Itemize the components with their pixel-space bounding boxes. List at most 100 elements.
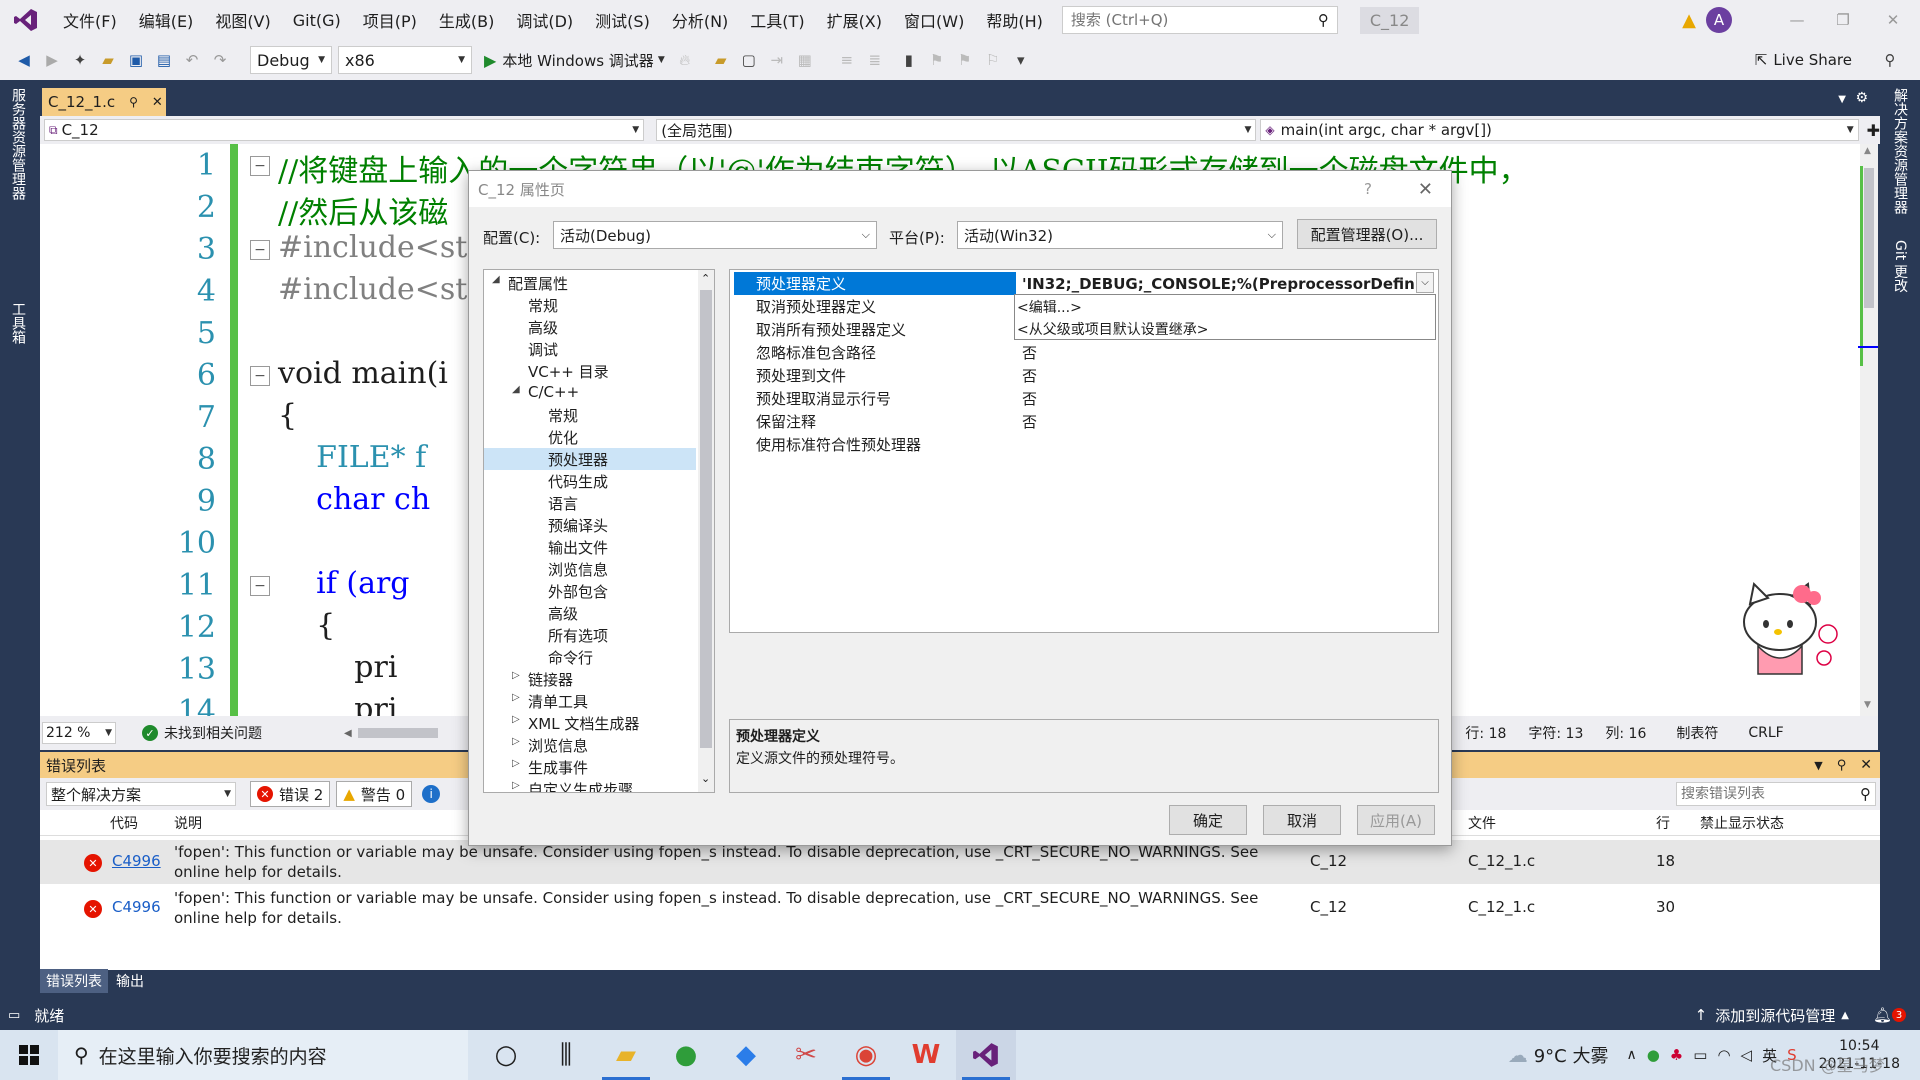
menu-tools[interactable]: 工具(T) bbox=[739, 8, 815, 32]
error-code-link[interactable]: C4996 bbox=[112, 898, 161, 916]
column-header-description[interactable]: 说明 bbox=[174, 813, 202, 833]
chevron-up-icon[interactable]: ▲ bbox=[1841, 1010, 1849, 1021]
tree-item[interactable]: ▷ 生成事件 bbox=[484, 756, 696, 778]
tree-item[interactable]: 高级 bbox=[484, 602, 696, 624]
menu-project[interactable]: 项目(P) bbox=[352, 8, 428, 32]
menu-test[interactable]: 测试(S) bbox=[584, 8, 661, 32]
indent-mode[interactable]: 制表符 bbox=[1676, 723, 1718, 743]
wifi-icon[interactable]: ◠ bbox=[1717, 1046, 1730, 1064]
back-arrow-icon[interactable]: ◀ bbox=[10, 46, 38, 74]
avatar[interactable]: A bbox=[1706, 7, 1732, 33]
property-value[interactable]: 否 bbox=[1016, 342, 1037, 363]
search-box[interactable]: ⚲ bbox=[1061, 6, 1338, 34]
taskbar-search[interactable]: ⚲ 在这里输入你要搜索的内容 bbox=[58, 1030, 468, 1080]
solution-explorer-tab[interactable]: 解决方案资源管理器 bbox=[1890, 88, 1910, 214]
redo-icon[interactable]: ↷ bbox=[206, 46, 234, 74]
new-project-icon[interactable]: ✦ bbox=[66, 46, 94, 74]
tree-item[interactable]: 语言 bbox=[484, 492, 696, 514]
line-ending[interactable]: CRLF bbox=[1748, 725, 1783, 741]
info-icon[interactable]: i bbox=[422, 785, 441, 803]
solution-config-dropdown[interactable]: Debug ▼ bbox=[250, 46, 332, 74]
tree-item[interactable]: 外部包含 bbox=[484, 580, 696, 602]
table-row[interactable]: ✕ C4996 'fopen': This function or variab… bbox=[40, 886, 1880, 930]
comment-icon[interactable]: ≡ bbox=[833, 46, 861, 74]
tree-item[interactable]: ▷ 清单工具 bbox=[484, 690, 696, 712]
app-green-icon[interactable]: ● bbox=[656, 1030, 716, 1080]
issues-status[interactable]: 未找到相关问题 bbox=[164, 723, 262, 743]
save-icon[interactable]: ▣ bbox=[122, 46, 150, 74]
step-icon[interactable]: ⇥ bbox=[763, 46, 791, 74]
pin-icon[interactable]: ⚲ bbox=[129, 95, 138, 109]
collapsed-arrow-icon[interactable]: ▷ bbox=[512, 714, 520, 725]
hscroll-left-icon[interactable]: ◀ bbox=[344, 728, 352, 739]
property-row[interactable]: 忽略标准包含路径 否 bbox=[734, 341, 1434, 364]
collapsed-arrow-icon[interactable]: ▷ bbox=[512, 780, 520, 791]
warning-notification-icon[interactable]: ▲ bbox=[1682, 10, 1696, 31]
scroll-down-arrow-icon[interactable]: ⌄ bbox=[701, 772, 710, 785]
chrome-icon[interactable]: ◉ bbox=[836, 1030, 896, 1080]
weather-icon[interactable]: ☁ bbox=[1508, 1043, 1528, 1067]
screenshot-icon[interactable]: ▢ bbox=[735, 46, 763, 74]
scroll-down-arrow-icon[interactable]: ▼ bbox=[1864, 700, 1871, 710]
battery-icon[interactable]: ▭ bbox=[1693, 1046, 1707, 1064]
search-icon[interactable]: ⚲ bbox=[1860, 785, 1871, 803]
widgets-icon[interactable]: ⫼ bbox=[536, 1030, 596, 1080]
menu-analyze[interactable]: 分析(N) bbox=[661, 8, 739, 32]
volume-icon[interactable]: ◁ bbox=[1741, 1046, 1753, 1064]
toolbox-tab[interactable]: 工具箱 bbox=[8, 302, 28, 344]
column-header-code[interactable]: 代码 bbox=[110, 813, 138, 833]
dropdown-option-edit[interactable]: <编辑...> bbox=[1017, 297, 1082, 317]
property-value[interactable]: 否 bbox=[1016, 388, 1037, 409]
tray-app-icon[interactable]: ● bbox=[1647, 1046, 1660, 1064]
uncomment-icon[interactable]: ≣ bbox=[861, 46, 889, 74]
close-icon[interactable]: ✕ bbox=[1860, 757, 1872, 773]
hscroll-thumb[interactable] bbox=[357, 728, 438, 738]
hot-reload-icon[interactable]: 🔥︎ bbox=[671, 46, 699, 74]
save-all-icon[interactable]: ▤ bbox=[150, 46, 178, 74]
tree-item[interactable]: 输出文件 bbox=[484, 536, 696, 558]
live-share-button[interactable]: ⇱ Live Share bbox=[1755, 51, 1852, 69]
property-value[interactable]: 否 bbox=[1016, 365, 1037, 386]
notification-bell-icon[interactable]: 🔔︎ bbox=[1873, 1006, 1892, 1024]
search-input[interactable] bbox=[1070, 11, 1291, 29]
project-dropdown[interactable]: ⧉ C_12 ▼ bbox=[44, 119, 645, 141]
restore-icon[interactable]: ❐ bbox=[1820, 11, 1866, 29]
scope-filter-dropdown[interactable]: 整个解决方案 ▼ bbox=[46, 782, 236, 806]
tab-list-dropdown-icon[interactable]: ▼ bbox=[1838, 94, 1846, 105]
collapsed-arrow-icon[interactable]: ▷ bbox=[512, 736, 520, 747]
wps-office-icon[interactable]: W bbox=[896, 1030, 956, 1080]
fold-toggle-icon[interactable]: − bbox=[250, 366, 270, 386]
table-row[interactable]: ✕ C4996 'fopen': This function or variab… bbox=[40, 840, 1880, 884]
server-explorer-tab[interactable]: 服务器资源管理器 bbox=[8, 88, 28, 200]
prev-bookmark-icon[interactable]: ⚑ bbox=[923, 46, 951, 74]
menu-build[interactable]: 生成(B) bbox=[428, 8, 505, 32]
window-layout-icon[interactable]: ▦ bbox=[791, 46, 819, 74]
scroll-thumb[interactable] bbox=[1864, 168, 1874, 308]
bookmark-icon[interactable]: ▮ bbox=[895, 46, 923, 74]
close-icon[interactable]: ✕ bbox=[1418, 179, 1433, 200]
solution-platform-dropdown[interactable]: x86 ▼ bbox=[338, 46, 472, 74]
tree-item[interactable]: ▷ 链接器 bbox=[484, 668, 696, 690]
undo-icon[interactable]: ↶ bbox=[178, 46, 206, 74]
weather-text[interactable]: 9°C 大雾 bbox=[1534, 1042, 1609, 1068]
property-row[interactable]: 预处理取消显示行号 否 bbox=[734, 387, 1434, 410]
menu-view[interactable]: 视图(V) bbox=[204, 8, 281, 32]
doc-tab-c12-1[interactable]: C_12_1.c ⚲ ✕ bbox=[42, 88, 166, 116]
menu-help[interactable]: 帮助(H) bbox=[975, 8, 1054, 32]
tree-scrollbar[interactable]: ⌃ ⌄ bbox=[698, 270, 714, 792]
property-row[interactable]: 预处理到文件 否 bbox=[734, 364, 1434, 387]
app-blue-note-icon[interactable]: ◆ bbox=[716, 1030, 776, 1080]
apply-button[interactable]: 应用(A) bbox=[1357, 805, 1435, 835]
visual-studio-taskbar-icon[interactable] bbox=[956, 1030, 1016, 1080]
tree-item[interactable]: 浏览信息 bbox=[484, 558, 696, 580]
collapsed-arrow-icon[interactable]: ▷ bbox=[512, 692, 520, 703]
editor-scrollbar[interactable]: ▲ ▼ bbox=[1860, 144, 1878, 716]
errors-filter-button[interactable]: ✕ 错误 2 bbox=[250, 781, 331, 807]
file-explorer-icon[interactable]: ▰ bbox=[596, 1030, 656, 1080]
fold-toggle-icon[interactable]: − bbox=[250, 156, 270, 176]
add-to-source-control[interactable]: 添加到源代码管理 bbox=[1715, 1005, 1835, 1026]
error-search-input[interactable] bbox=[1681, 786, 1841, 802]
config-dropdown[interactable]: 活动(Debug) ⌵ bbox=[553, 221, 877, 249]
expanded-arrow-icon[interactable]: ◢ bbox=[492, 274, 500, 285]
property-row[interactable]: 使用标准符合性预处理器 bbox=[734, 433, 1434, 456]
